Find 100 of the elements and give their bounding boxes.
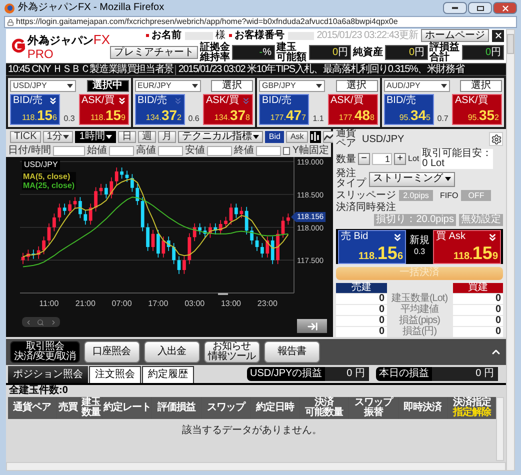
order-type-dropdown[interactable]: ストリーミング bbox=[369, 172, 455, 186]
selected-pair: USD/JPY bbox=[362, 132, 404, 146]
period-button[interactable]: TICK bbox=[10, 130, 41, 142]
homepage-button[interactable]: ホームページ bbox=[421, 29, 489, 42]
maximize-button[interactable] bbox=[468, 2, 492, 14]
pair-select[interactable]: AUD/JPY bbox=[384, 80, 450, 92]
page-scrollbar[interactable] bbox=[506, 29, 515, 471]
arrow-to-line-icon bbox=[306, 320, 318, 332]
news-headline[interactable]: 10:45 CNY ＨＳＢＣ製造業購買担当者景 bbox=[6, 64, 176, 74]
nav-button[interactable]: 口座照会 bbox=[84, 341, 140, 363]
pair-select[interactable]: GBP/JPY bbox=[259, 80, 325, 92]
logo-text: FX bbox=[93, 32, 110, 47]
x-axis-label: 17:00 bbox=[148, 299, 168, 308]
account-label: 建玉 可能額 bbox=[276, 42, 306, 63]
bullet-icon bbox=[228, 34, 232, 38]
candle bbox=[78, 196, 82, 218]
horizontal-scrollbar[interactable] bbox=[6, 462, 506, 471]
settlement-label: 決済同時発注 bbox=[336, 203, 397, 214]
price-label: ASK/買 bbox=[455, 95, 489, 106]
address-bar[interactable]: https://login.gaitamejapan.com/fxcrichpresen/webrich/app/home?wid=b0xfnduda2afvucd10a6a8bwpi4qpx0e bbox=[4, 16, 517, 28]
caret-icon bbox=[252, 134, 259, 138]
ask-price-tile[interactable]: ASK/買 134.378 bbox=[203, 94, 253, 125]
sell-value: 0 bbox=[336, 305, 386, 315]
ask-price-tile[interactable]: ASK/買 177.488 bbox=[328, 94, 378, 125]
scroll-handle[interactable] bbox=[218, 293, 228, 295]
candle bbox=[21, 252, 25, 264]
vertical-scrollbar[interactable] bbox=[496, 397, 504, 461]
nav-button[interactable]: 入出金 bbox=[144, 341, 200, 363]
symbol-label: USD/JPY bbox=[22, 160, 60, 170]
zoom-control[interactable] bbox=[22, 317, 60, 327]
period-button[interactable]: 日 bbox=[118, 130, 136, 142]
bid-price-tile[interactable]: BID/売 95.345 bbox=[384, 94, 434, 125]
pair-select[interactable]: EUR/JPY bbox=[134, 80, 200, 92]
column-header: 建玉 数量 bbox=[80, 397, 102, 419]
indicator-dropdown[interactable]: テクニカル指標 bbox=[178, 130, 263, 142]
nav-button[interactable]: お知らせ 情報ツール bbox=[204, 341, 260, 363]
chevron-right-icon[interactable] bbox=[50, 318, 58, 326]
x-axis-label: 03:00 bbox=[184, 299, 205, 308]
ohlc-label: 終値 bbox=[234, 146, 254, 156]
candle bbox=[286, 213, 290, 226]
candle bbox=[68, 200, 72, 216]
x-axis-label: 23:00 bbox=[257, 299, 278, 308]
price-value: 118.159 bbox=[89, 108, 126, 124]
select-button[interactable]: 選択 bbox=[460, 80, 502, 92]
bid-price-tile[interactable]: BID/売 134.372 bbox=[134, 94, 184, 125]
empty-message: 該当するデータがありません。 bbox=[181, 424, 323, 438]
legend-entry: MA(25, close) bbox=[23, 181, 75, 190]
logo-text: 外為ジャパン bbox=[27, 35, 94, 47]
price-side-button[interactable]: Bid bbox=[264, 130, 284, 142]
price-value: 95.345 bbox=[398, 108, 430, 124]
tab[interactable]: 注文照会 bbox=[89, 366, 141, 383]
increase-button[interactable]: + bbox=[394, 153, 406, 165]
settings-button[interactable] bbox=[489, 132, 503, 146]
nav-button[interactable]: 取引照会 決済/変更/取消 bbox=[10, 341, 80, 363]
tab[interactable]: ポジション照会 bbox=[8, 366, 88, 383]
search-icon[interactable] bbox=[37, 318, 44, 326]
close-button[interactable] bbox=[492, 30, 504, 42]
bid-price-tile[interactable]: BID/売 118.156 bbox=[10, 94, 60, 125]
column-subheader[interactable]: 指定解除 bbox=[452, 408, 491, 418]
period-button[interactable]: 月 bbox=[158, 130, 176, 142]
y-axis-lock-checkbox[interactable] bbox=[282, 146, 290, 154]
minimize-button[interactable] bbox=[443, 2, 467, 14]
period-button[interactable]: 1時間 bbox=[75, 130, 116, 142]
pair-select[interactable]: USD/JPY bbox=[10, 80, 76, 92]
price-side-button[interactable]: Ask bbox=[286, 130, 308, 142]
buy-button[interactable]: 買 Ask 118.159 bbox=[433, 230, 501, 264]
bid-price-tile[interactable]: BID/売 177.477 bbox=[259, 94, 309, 125]
chevrons-down-icon bbox=[487, 232, 498, 242]
sell-value: 0 bbox=[336, 294, 386, 304]
ohlc-field bbox=[158, 146, 183, 156]
tab[interactable]: 約定履歴 bbox=[142, 366, 194, 383]
candle bbox=[73, 196, 77, 209]
spread-value: 0.3 bbox=[414, 246, 426, 258]
candle bbox=[26, 249, 30, 262]
sell-value: 0 bbox=[336, 327, 386, 337]
premium-chart-button[interactable]: プレミアチャート bbox=[110, 46, 198, 60]
ask-price-tile[interactable]: ASK/買 95.352 bbox=[452, 94, 502, 125]
ohlc-field bbox=[109, 146, 134, 156]
decrease-button[interactable]: − bbox=[358, 153, 370, 165]
quantity-field[interactable]: 1 bbox=[372, 153, 392, 165]
select-button[interactable]: 選択 bbox=[211, 80, 253, 92]
sell-button[interactable]: 売 Bid 118.156 bbox=[338, 230, 406, 264]
candlestick-chart-button[interactable] bbox=[310, 130, 321, 142]
candle bbox=[94, 186, 98, 212]
period-button[interactable]: 1分 bbox=[42, 130, 74, 142]
jump-to-latest-button[interactable] bbox=[297, 319, 327, 333]
select-button[interactable]: 選択中 bbox=[86, 80, 128, 92]
profit-loss-value: 0 円 bbox=[432, 367, 498, 381]
news-headline[interactable]: 2015/01/23 03:02 米10年TIPS入札、最高落札利回り0.315%、米財務省 bbox=[176, 64, 466, 74]
chevron-left-icon[interactable] bbox=[24, 318, 32, 326]
logo-text: PRO bbox=[27, 48, 54, 60]
position-label: 損益(pips) bbox=[398, 316, 441, 326]
ask-price-tile[interactable]: ASK/買 118.159 bbox=[78, 94, 128, 125]
candle bbox=[255, 236, 259, 252]
select-button[interactable]: 選択 bbox=[336, 80, 378, 92]
close-icon bbox=[494, 31, 502, 40]
buy-value: 0 bbox=[452, 294, 503, 304]
bullet-icon bbox=[146, 34, 149, 38]
period-button[interactable]: 週 bbox=[138, 130, 156, 142]
nav-button[interactable]: 報告書 bbox=[264, 341, 320, 363]
